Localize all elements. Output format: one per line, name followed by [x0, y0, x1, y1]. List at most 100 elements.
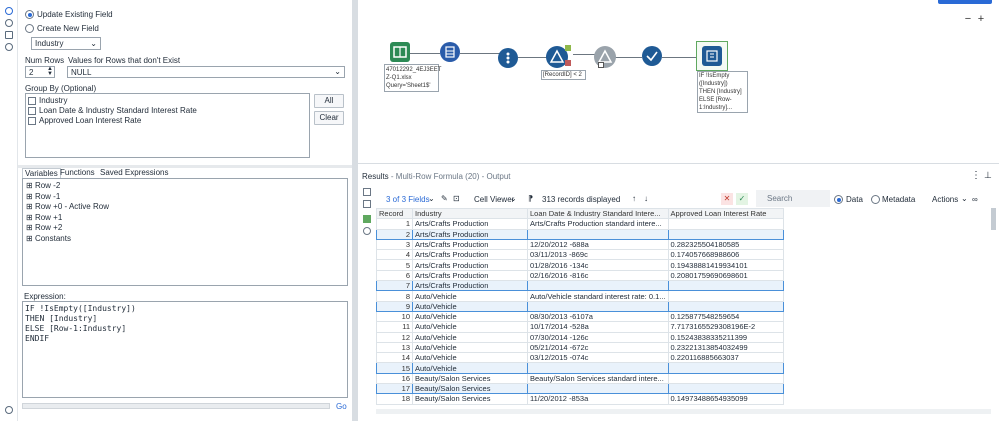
loan-date-cell[interactable]: 05/21/2014 -672c [527, 341, 669, 354]
true-anchor[interactable] [565, 45, 571, 51]
table-row[interactable]: 10 Auto/Vehicle 08/30/2013 -6107a 0.1258775… [376, 310, 784, 323]
approved-rate-cell[interactable]: 0.125877548259654 [667, 310, 784, 323]
table-row[interactable]: 18 Beauty/Salon Services 11/20/2012 -853a 0… [376, 393, 784, 405]
industry-cell[interactable]: Arts/Crafts Production [412, 280, 528, 292]
tab-saved-expressions[interactable]: Saved Expressions [100, 168, 168, 177]
approved-rate-cell[interactable] [667, 362, 784, 374]
zoom-in-button[interactable]: + [975, 14, 987, 26]
record-cell[interactable]: 18 [376, 393, 413, 405]
loan-date-cell[interactable]: Beauty/Salon Services standard intere... [527, 372, 669, 385]
industry-cell[interactable]: Beauty/Salon Services [412, 383, 528, 395]
table-row[interactable]: 4 Arts/Crafts Production 03/11/2013 -869c 0… [376, 249, 784, 261]
data-radio[interactable] [834, 195, 843, 204]
loan-date-cell[interactable]: 02/16/2016 -816c [527, 269, 669, 282]
industry-cell[interactable]: Auto/Vehicle [412, 341, 528, 354]
false-anchor[interactable] [565, 60, 571, 66]
loan-date-cell[interactable] [527, 383, 669, 395]
industry-cell[interactable]: Auto/Vehicle [412, 310, 528, 323]
run-button[interactable] [938, 0, 992, 4]
table-row[interactable]: 15 Auto/Vehicle [376, 362, 784, 374]
arrow-down-icon[interactable]: ↓ [644, 194, 648, 203]
loan-date-cell[interactable]: 01/28/2016 -134c [527, 259, 669, 271]
approved-rate-cell[interactable]: 0.220116885663037 [667, 352, 784, 364]
metadata-radio[interactable] [871, 195, 880, 204]
group-checkbox-industry[interactable] [28, 97, 36, 105]
industry-cell[interactable]: Auto/Vehicle [412, 352, 528, 364]
clear-button[interactable]: Clear [314, 111, 344, 125]
approved-rate-cell[interactable] [667, 290, 784, 302]
industry-cell[interactable]: Auto/Vehicle [412, 300, 528, 312]
table-row[interactable]: 16 Beauty/Salon Services Beauty/Salon Serv… [376, 372, 784, 385]
industry-cell[interactable]: Auto/Vehicle [412, 331, 528, 343]
record-cell[interactable]: 16 [376, 372, 413, 385]
loan-date-cell[interactable] [527, 362, 669, 374]
column-header-industry[interactable]: Industry [412, 207, 528, 220]
loan-date-cell[interactable] [527, 280, 669, 292]
zoom-out-button[interactable]: − [962, 14, 974, 26]
tree-item-row-plus-1[interactable]: ⊞ Row +1 [26, 213, 62, 222]
table-row[interactable]: 2 Arts/Crafts Production [376, 228, 784, 240]
column-header-loan-date[interactable]: Loan Date & Industry Standard Intere... [527, 207, 669, 220]
workflow-canvas[interactable]: − + 47012292_4EJ3EET Z-Q1.xlsx Query='Sh… [358, 0, 999, 163]
record-cell[interactable]: 6 [376, 269, 413, 282]
checkmark-icon[interactable]: ✓ [736, 193, 748, 205]
loan-date-cell[interactable] [527, 228, 669, 240]
record-cell[interactable]: 5 [376, 259, 413, 271]
tag-icon[interactable] [5, 31, 13, 39]
loan-date-cell[interactable]: 03/12/2015 -074c [527, 352, 669, 364]
fields-dropdown[interactable]: 3 of 3 Fields [386, 195, 430, 204]
table-row[interactable]: 7 Arts/Crafts Production [376, 280, 784, 292]
group-checkbox-loan-date[interactable] [28, 107, 36, 115]
industry-cell[interactable]: Arts/Crafts Production [412, 228, 528, 240]
help-icon[interactable] [5, 43, 13, 51]
column-header-record[interactable]: Record [376, 207, 413, 220]
loan-date-cell[interactable]: 07/30/2014 -126c [527, 331, 669, 343]
check-tool[interactable] [642, 46, 662, 66]
record-cell[interactable]: 1 [376, 218, 413, 230]
approved-rate-cell[interactable]: 7.7173165529308196E-2 [667, 321, 784, 333]
chevron-down-icon[interactable]: ⌄ [961, 194, 968, 203]
table-row[interactable]: 13 Auto/Vehicle 05/21/2014 -672c 0.23221313… [376, 341, 784, 354]
record-cell[interactable]: 17 [376, 383, 413, 395]
search-input[interactable]: Search [756, 190, 830, 207]
more-options-icon[interactable]: ⋮ [971, 170, 981, 181]
approved-rate-cell[interactable]: 0.15243838335211399 [667, 331, 784, 343]
num-rows-stepper[interactable]: 2 ▲ ▼ [25, 66, 55, 78]
select-tool[interactable] [440, 42, 460, 62]
info-icon[interactable] [363, 227, 371, 235]
chevron-down-icon[interactable]: ⌄ [428, 194, 435, 203]
approved-rate-cell[interactable] [667, 228, 784, 240]
record-cell[interactable]: 9 [376, 300, 413, 312]
output-anchor[interactable] [598, 62, 604, 68]
arrow-up-icon[interactable]: ↑ [632, 194, 636, 203]
approved-rate-cell[interactable]: 0.14973488654935099 [667, 393, 784, 405]
values-select[interactable]: NULL ⌄ [67, 66, 345, 78]
loan-date-cell[interactable]: 03/11/2013 -869c [527, 249, 669, 261]
record-cell[interactable]: 10 [376, 310, 413, 323]
approved-rate-cell[interactable] [667, 372, 784, 385]
record-cell[interactable]: 13 [376, 341, 413, 354]
industry-cell[interactable]: Beauty/Salon Services [412, 393, 528, 405]
input-data-tool[interactable] [390, 42, 410, 62]
table-row[interactable]: 11 Auto/Vehicle 10/17/2014 -528a 7.71731655… [376, 321, 784, 333]
go-button[interactable]: Go [336, 402, 347, 411]
loan-date-cell[interactable]: 12/20/2012 -688a [527, 238, 669, 251]
table-row[interactable]: 6 Arts/Crafts Production 02/16/2016 -816c 0… [376, 269, 784, 282]
approved-rate-cell[interactable] [667, 383, 784, 395]
approved-rate-cell[interactable] [667, 280, 784, 292]
record-cell[interactable]: 2 [376, 228, 413, 240]
industry-cell[interactable]: Beauty/Salon Services [412, 372, 528, 385]
table-row[interactable]: 14 Auto/Vehicle 03/12/2015 -074c 0.22011688… [376, 352, 784, 364]
field-select[interactable]: Industry ⌄ [31, 37, 101, 50]
more-icon[interactable] [933, 0, 941, 4]
table-row[interactable]: 8 Auto/Vehicle Auto/Vehicle standard inter… [376, 290, 784, 302]
industry-cell[interactable]: Arts/Crafts Production [412, 259, 528, 271]
tree-item-active-row[interactable]: ⊞ Row +0 - Active Row [26, 202, 109, 211]
record-cell[interactable]: 7 [376, 280, 413, 292]
multi-row-formula-tool[interactable] [702, 46, 722, 66]
expression-editor[interactable]: IF !IsEmpty([Industry]) THEN [Industry] … [22, 301, 348, 398]
record-cell[interactable]: 3 [376, 238, 413, 251]
actions-dropdown[interactable]: Actions [932, 195, 958, 204]
loan-date-cell[interactable] [527, 300, 669, 312]
annotation-icon[interactable] [5, 19, 13, 27]
